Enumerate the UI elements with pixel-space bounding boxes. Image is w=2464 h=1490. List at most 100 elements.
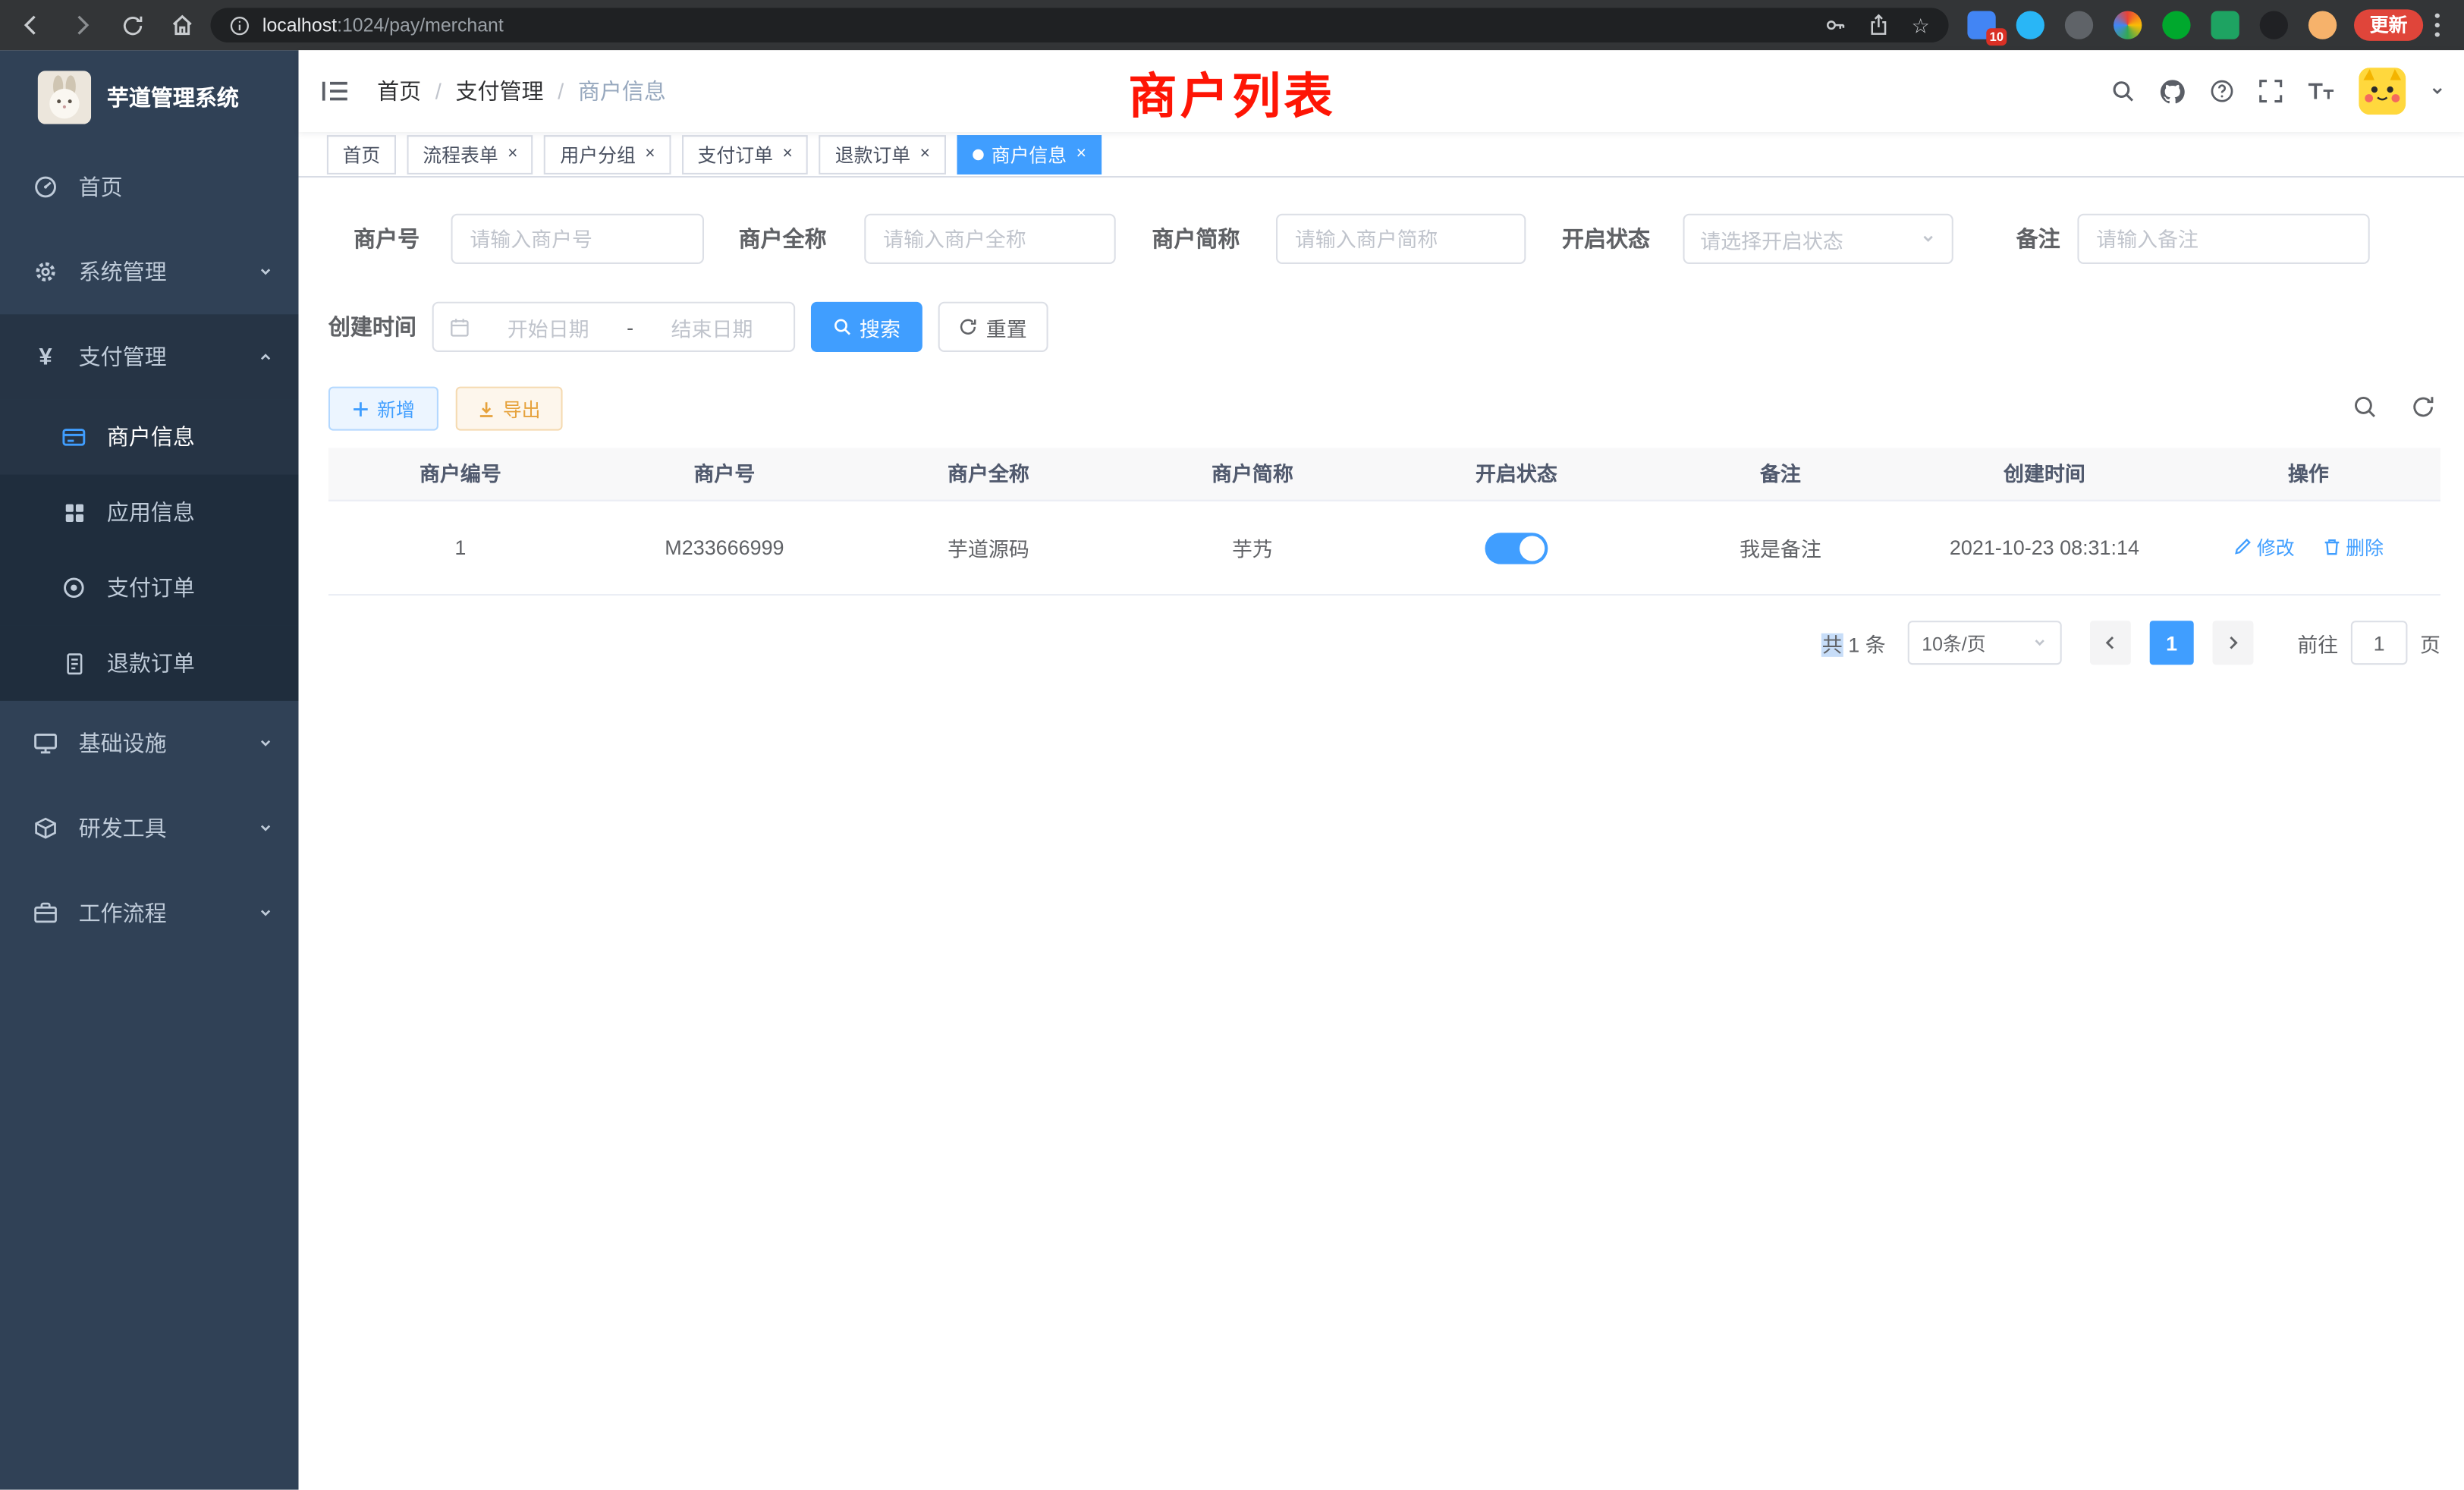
tab-pay-order[interactable]: 支付订单 × [682, 134, 809, 174]
tab-process-form[interactable]: 流程表单 × [407, 134, 534, 174]
date-end-placeholder: 结束日期 [646, 312, 778, 341]
search-icon[interactable] [2110, 79, 2136, 104]
avatar-caret-icon[interactable] [2429, 83, 2445, 99]
sidebar-item-label: 系统管理 [79, 256, 167, 288]
tab-label: 用户分组 [560, 140, 635, 167]
logo-rabbit-icon [38, 71, 91, 124]
pencil-icon [2233, 538, 2252, 557]
cell-remark: 我是备注 [1648, 533, 1912, 562]
reset-button[interactable]: 重置 [938, 302, 1048, 352]
col-header-status: 开启状态 [1384, 448, 1648, 499]
delete-button[interactable]: 删除 [2322, 534, 2384, 561]
profile-avatar-icon[interactable] [2308, 11, 2337, 39]
close-icon[interactable]: × [508, 146, 517, 163]
address-bar[interactable]: localhost:1024/pay/merchant ☆ [211, 8, 1949, 42]
back-icon[interactable] [13, 6, 51, 44]
close-icon[interactable]: × [782, 146, 792, 163]
cell-create-time: 2021-10-23 08:31:14 [1912, 536, 2176, 559]
hamburger-icon[interactable] [321, 79, 349, 104]
sidebar-item-infrastructure[interactable]: 基础设施 [0, 701, 299, 786]
short-name-input[interactable] [1276, 214, 1526, 264]
help-icon[interactable] [2209, 79, 2234, 104]
user-avatar[interactable] [2359, 68, 2406, 115]
browser-menu-icon[interactable] [2434, 13, 2440, 46]
extension-icon-5[interactable] [2162, 11, 2190, 39]
col-header-short-name: 商户简称 [1120, 448, 1384, 499]
site-info-icon[interactable] [229, 15, 250, 36]
status-select[interactable]: 请选择开启状态 [1683, 214, 1953, 264]
next-page-button[interactable] [2213, 621, 2254, 665]
briefcase-icon [31, 901, 59, 926]
col-header-merchant-no: 商户号 [592, 448, 856, 499]
export-button[interactable]: 导出 [456, 387, 563, 431]
col-header-actions: 操作 [2176, 448, 2440, 499]
app-title: 芋道管理系统 [107, 82, 239, 113]
sidebar-item-app-info[interactable]: 应用信息 [0, 475, 299, 550]
reload-icon[interactable] [113, 6, 151, 44]
reset-button-label: 重置 [986, 312, 1027, 341]
tab-label: 支付订单 [698, 140, 773, 167]
tab-user-group[interactable]: 用户分组 × [545, 134, 671, 174]
content-area: 商户号 商户全称 商户简称 开启状态 请选择开启状态 备注 创建时间 [299, 178, 2464, 1490]
page-1-button[interactable]: 1 [2150, 621, 2194, 665]
sidebar-item-label: 支付订单 [107, 572, 195, 603]
breadcrumb-home[interactable]: 首页 [377, 75, 421, 106]
breadcrumb-payment[interactable]: 支付管理 [455, 75, 543, 106]
close-icon[interactable]: × [920, 146, 930, 163]
date-separator: - [627, 315, 633, 338]
sidebar-item-payment[interactable]: ¥ 支付管理 [0, 314, 299, 399]
extension-icon-2[interactable] [2016, 11, 2044, 39]
add-button[interactable]: 新增 [328, 387, 438, 431]
close-icon[interactable]: × [1076, 146, 1086, 163]
tab-refund-order[interactable]: 退款订单 × [819, 134, 946, 174]
page-size-value: 10条/页 [1922, 630, 1985, 656]
merchant-no-input[interactable] [451, 214, 705, 264]
extension-icon-4[interactable] [2114, 11, 2142, 39]
search-button[interactable]: 搜索 [811, 302, 922, 352]
goto-page-input[interactable] [2351, 621, 2408, 665]
date-start-placeholder: 开始日期 [482, 312, 614, 341]
sidebar-item-label: 基础设施 [79, 728, 167, 759]
sidebar-item-refund-order[interactable]: 退款订单 [0, 625, 299, 700]
share-icon[interactable] [1869, 14, 1890, 36]
chrome-update-button[interactable]: 更新 [2354, 9, 2423, 40]
page-size-select[interactable]: 10条/页 [1908, 621, 2062, 665]
sidebar-item-merchant-info[interactable]: 商户信息 [0, 399, 299, 474]
remark-input[interactable] [2077, 214, 2369, 264]
prev-page-button[interactable] [2090, 621, 2131, 665]
font-size-icon[interactable] [2307, 79, 2335, 104]
sidebar-item-label: 工作流程 [79, 897, 167, 929]
password-key-icon[interactable] [1825, 14, 1847, 36]
full-name-input[interactable] [864, 214, 1115, 264]
navbar-actions [2110, 68, 2464, 115]
sidebar-item-system[interactable]: 系统管理 [0, 229, 299, 314]
forward-icon[interactable] [63, 6, 101, 44]
extension-icon-3[interactable] [2065, 11, 2093, 39]
sidebar-item-label: 商户信息 [107, 421, 195, 452]
status-toggle[interactable] [1485, 532, 1548, 563]
create-time-range-input[interactable]: 开始日期 - 结束日期 [432, 302, 796, 352]
sidebar-item-pay-order[interactable]: 支付订单 [0, 550, 299, 625]
sidebar-menu: 首页 系统管理 ¥ 支付管理 [0, 145, 299, 956]
tab-home[interactable]: 首页 [327, 134, 396, 174]
extension-badge: 10 [1986, 28, 2007, 46]
payment-submenu: 商户信息 应用信息 支付订单 [0, 399, 299, 701]
total-word: 共 [1822, 633, 1843, 656]
tab-merchant-info[interactable]: 商户信息 × [957, 134, 1102, 174]
extension-icon-1[interactable]: 10 [1967, 11, 1995, 39]
edit-button[interactable]: 修改 [2233, 534, 2295, 561]
sidebar-item-workflow[interactable]: 工作流程 [0, 871, 299, 956]
bookmark-star-icon[interactable]: ☆ [1912, 15, 1930, 36]
export-button-label: 导出 [503, 395, 541, 422]
github-icon[interactable] [2159, 78, 2186, 105]
toggle-search-icon[interactable] [2348, 390, 2383, 425]
edit-label: 修改 [2257, 534, 2295, 561]
close-icon[interactable]: × [645, 146, 655, 163]
extension-icon-6[interactable] [2211, 11, 2239, 39]
refresh-list-icon[interactable] [2406, 390, 2440, 425]
home-icon[interactable] [163, 6, 201, 44]
sidebar-item-home[interactable]: 首页 [0, 145, 299, 230]
extension-icon-7[interactable] [2260, 11, 2288, 39]
fullscreen-icon[interactable] [2258, 79, 2283, 104]
sidebar-item-dev-tools[interactable]: 研发工具 [0, 786, 299, 871]
